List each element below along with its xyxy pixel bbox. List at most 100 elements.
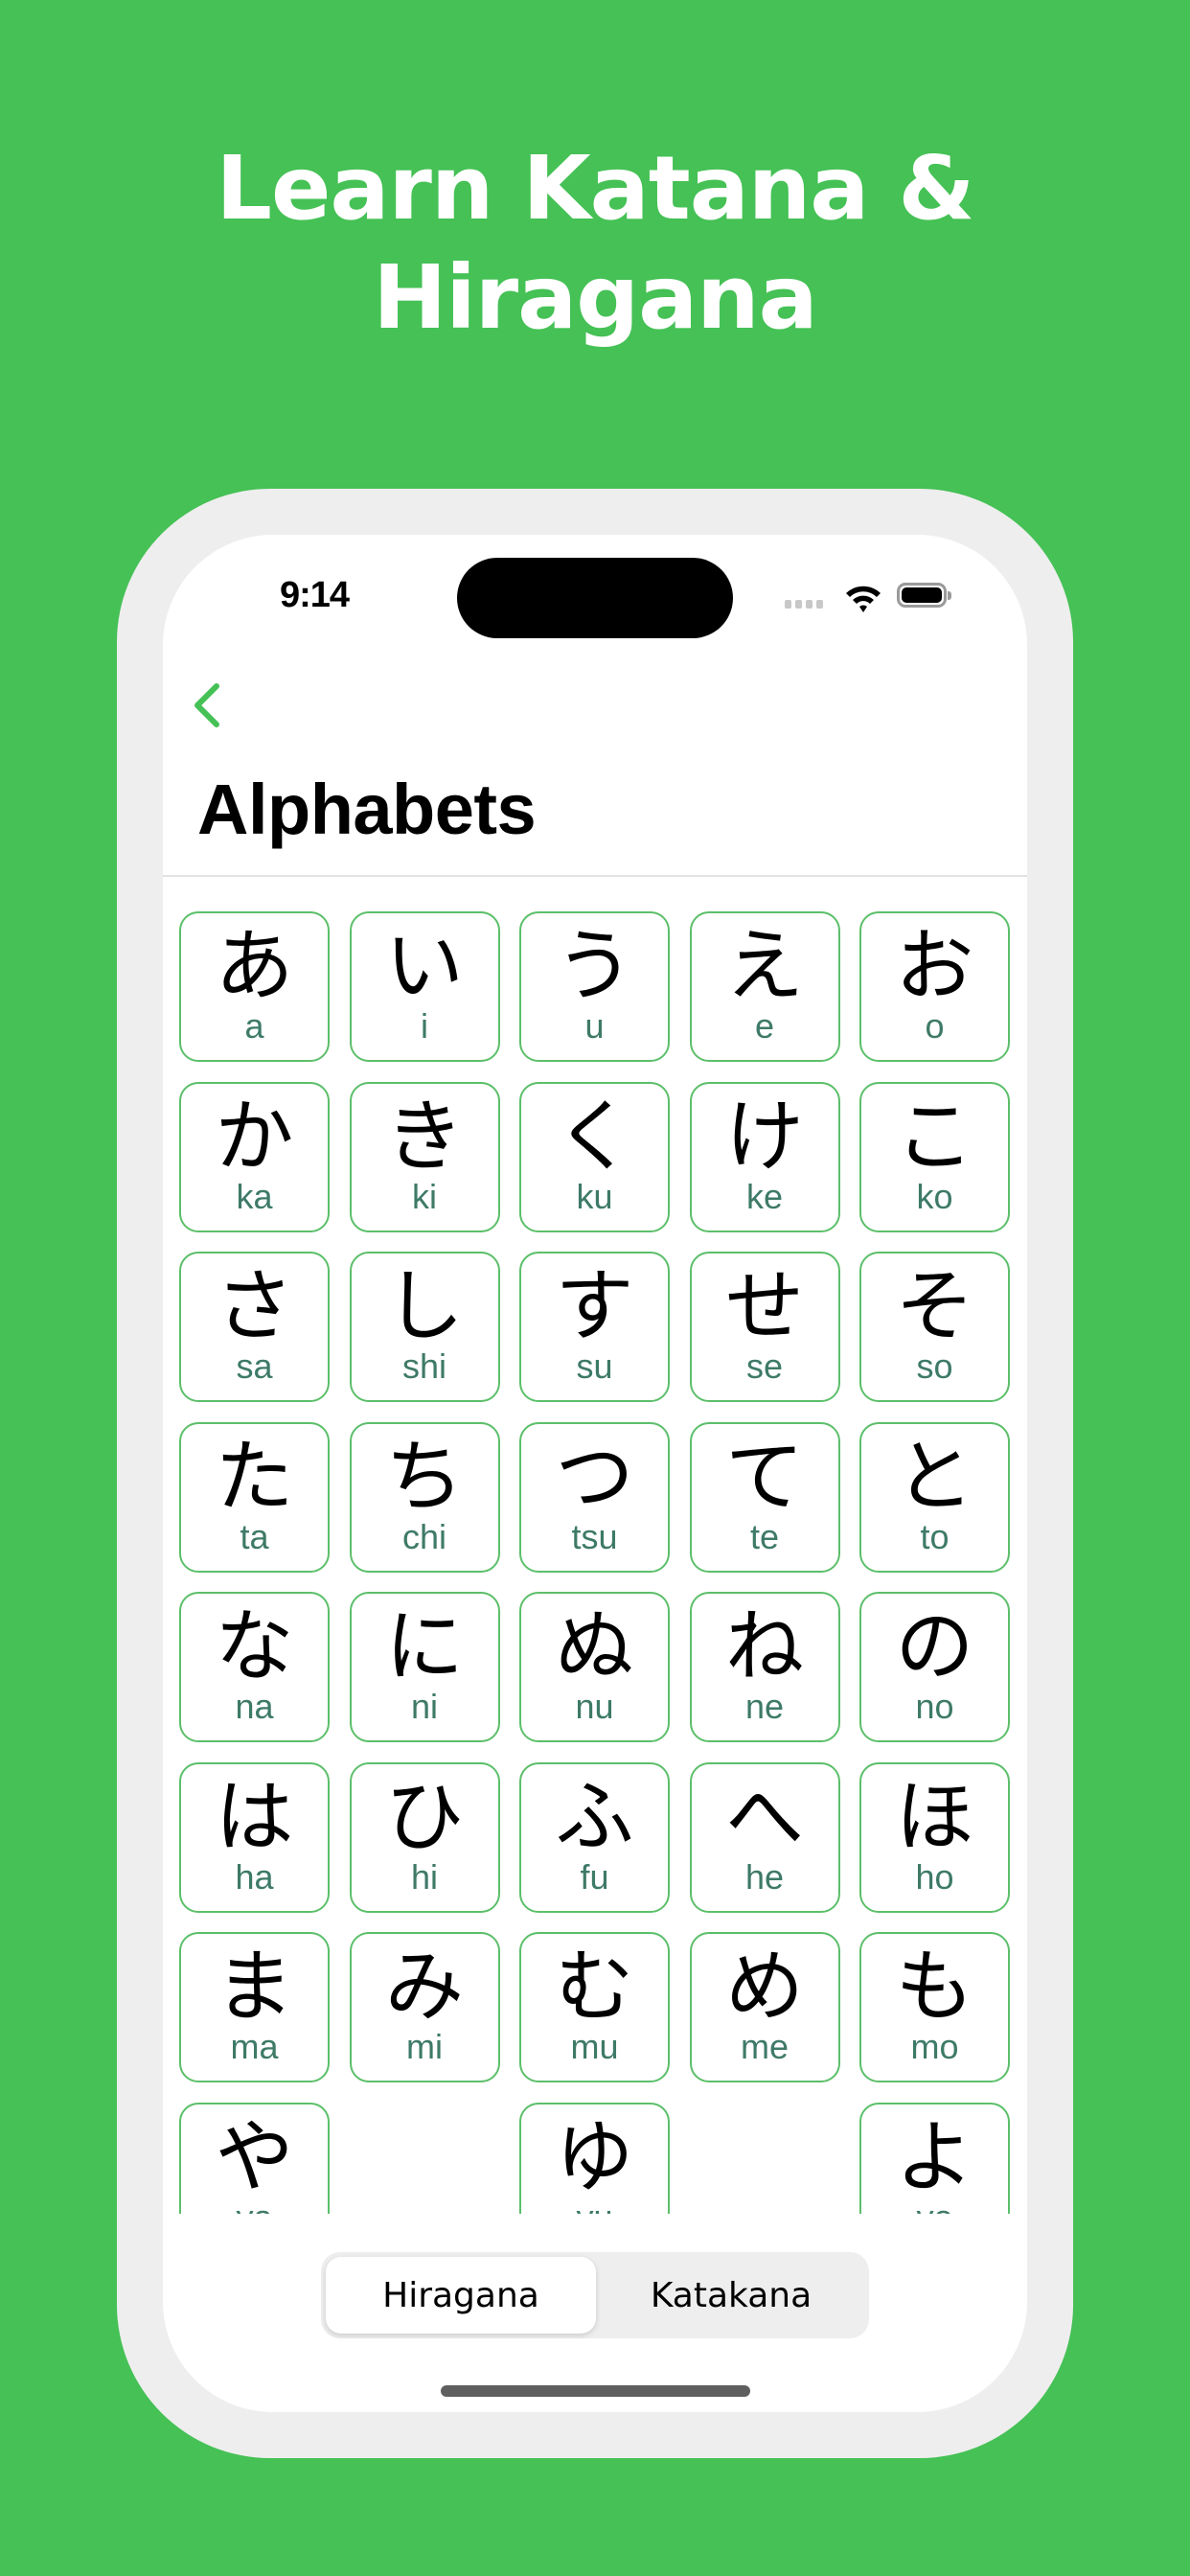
kana-character: ぬ bbox=[555, 1601, 634, 1692]
kana-card[interactable]: き ki bbox=[349, 1081, 500, 1232]
kana-romaji: nu bbox=[575, 1687, 614, 1726]
kana-character: は bbox=[215, 1771, 294, 1863]
kana-card[interactable]: し shi bbox=[349, 1252, 500, 1402]
kana-card[interactable]: ゆyu bbox=[519, 2102, 670, 2214]
kana-card[interactable]: も mo bbox=[859, 1932, 1010, 2082]
alphabet-segmented-control: Hiragana Katakana bbox=[321, 2252, 869, 2338]
kana-card[interactable]: ぬ nu bbox=[519, 1592, 670, 1742]
kana-character: ね bbox=[724, 1601, 804, 1692]
cellular-signal-icon bbox=[785, 600, 823, 609]
kana-card[interactable]: ひ hi bbox=[349, 1761, 500, 1913]
kana-character: ほ bbox=[895, 1771, 974, 1863]
kana-character: き bbox=[384, 1091, 464, 1183]
kana-card[interactable]: こ ko bbox=[859, 1081, 1010, 1232]
kana-card[interactable]: そ so bbox=[859, 1252, 1010, 1402]
kana-romaji: mi bbox=[406, 2027, 443, 2066]
kana-card[interactable]: さ sa bbox=[179, 1252, 330, 1402]
kana-card[interactable]: ま ma bbox=[179, 1932, 330, 2082]
kana-character: も bbox=[895, 1942, 974, 2033]
battery-icon bbox=[897, 583, 951, 608]
segment-katakana[interactable]: Katakana bbox=[596, 2257, 866, 2334]
kana-card[interactable]: よyo bbox=[859, 2102, 1010, 2214]
kana-card[interactable]: いi bbox=[349, 911, 500, 1062]
wifi-icon bbox=[846, 586, 881, 612]
kana-romaji: shi bbox=[401, 1346, 447, 1386]
kana-romaji: ne bbox=[744, 1687, 785, 1726]
kana-romaji: me bbox=[740, 2027, 789, 2066]
kana-romaji: ku bbox=[576, 1176, 613, 1216]
kana-card[interactable]: む mu bbox=[519, 1932, 670, 2082]
kana-card[interactable]: おo bbox=[859, 911, 1010, 1062]
kana-card[interactable]: け ke bbox=[689, 1081, 840, 1232]
kana-card[interactable]: ほ ho bbox=[859, 1761, 1010, 1913]
promo-headline-line-1: Learn Katana & bbox=[216, 137, 974, 240]
kana-card[interactable]: へ he bbox=[689, 1761, 840, 1913]
kana-card[interactable]: て te bbox=[689, 1421, 840, 1573]
kana-romaji: ma bbox=[230, 2027, 279, 2066]
kana-romaji: a bbox=[244, 1006, 264, 1046]
kana-card[interactable]: つ tsu bbox=[519, 1421, 670, 1573]
kana-romaji: hi bbox=[410, 1856, 439, 1897]
kana-character: し bbox=[384, 1261, 464, 1352]
kana-romaji: se bbox=[745, 1346, 784, 1386]
kana-character: こ bbox=[895, 1091, 974, 1183]
kana-card[interactable]: ふ fu bbox=[519, 1761, 670, 1913]
kana-character: い bbox=[384, 921, 464, 1012]
kana-character: に bbox=[384, 1601, 464, 1692]
kana-character: め bbox=[724, 1942, 804, 2033]
kana-card[interactable]: やya bbox=[179, 2102, 330, 2214]
kana-romaji: yu bbox=[521, 2197, 668, 2214]
kana-character: さ bbox=[215, 1261, 294, 1352]
kana-character: よ bbox=[895, 2111, 974, 2203]
kana-character: か bbox=[215, 1091, 294, 1183]
kana-card[interactable]: は ha bbox=[179, 1761, 330, 1913]
kana-card[interactable]: め me bbox=[689, 1932, 840, 2082]
kana-card[interactable]: す su bbox=[519, 1252, 670, 1402]
promo-headline-line-2: Hiragana bbox=[373, 246, 818, 349]
kana-card[interactable]: く ku bbox=[519, 1081, 670, 1232]
kana-romaji: e bbox=[754, 1006, 775, 1046]
kana-character: ひ bbox=[384, 1771, 464, 1863]
kana-character: あ bbox=[215, 921, 294, 1012]
kana-romaji: ke bbox=[745, 1176, 784, 1216]
kana-character: む bbox=[555, 1942, 634, 2033]
kana-character: す bbox=[555, 1261, 634, 1352]
kana-character: と bbox=[895, 1431, 974, 1523]
empty-grid-cell bbox=[350, 2103, 500, 2215]
kana-card[interactable]: な na bbox=[179, 1592, 330, 1742]
kana-grid-scroll-area[interactable]: あ a い i う u え e お o か ka き ki く ku け ke こ ko さ sa し shi す su せ se そ s… bbox=[163, 877, 1027, 2214]
kana-card[interactable]: か ka bbox=[179, 1081, 330, 1232]
kana-card[interactable]: うu bbox=[519, 911, 670, 1062]
phone-screen: 9:14 Alphabets あ a い i う u え e お o か ka き ki く ku け ke こ ko… bbox=[163, 535, 1027, 2412]
back-button[interactable] bbox=[188, 678, 230, 732]
kana-card[interactable]: に ni bbox=[349, 1592, 500, 1742]
kana-character: つ bbox=[555, 1431, 634, 1523]
segment-hiragana[interactable]: Hiragana bbox=[326, 2257, 596, 2334]
kana-romaji: ki bbox=[412, 1176, 437, 1216]
kana-character: ま bbox=[215, 1942, 294, 2033]
kana-card[interactable]: ね ne bbox=[689, 1592, 840, 1742]
kana-romaji: ha bbox=[235, 1856, 274, 1897]
kana-romaji: sa bbox=[236, 1346, 273, 1386]
kana-grid: あ a い i う u え e お o か ka き ki く ku け ke こ ko さ sa し shi す su せ se そ s… bbox=[179, 911, 1010, 2214]
kana-card[interactable]: と to bbox=[859, 1421, 1010, 1573]
dynamic-island bbox=[457, 558, 733, 638]
kana-card[interactable]: ち chi bbox=[349, 1421, 500, 1573]
kana-character: て bbox=[724, 1431, 804, 1523]
kana-card[interactable]: せ se bbox=[689, 1252, 840, 1402]
kana-romaji: to bbox=[920, 1516, 950, 1556]
kana-character: や bbox=[215, 2111, 294, 2203]
kana-character: ち bbox=[384, 1431, 464, 1523]
kana-character: く bbox=[555, 1091, 634, 1183]
kana-card[interactable]: た ta bbox=[179, 1421, 330, 1573]
kana-card[interactable]: み mi bbox=[349, 1932, 500, 2082]
kana-character: な bbox=[215, 1601, 294, 1692]
kana-romaji: su bbox=[576, 1346, 613, 1386]
kana-romaji: fu bbox=[580, 1856, 609, 1897]
kana-romaji: i bbox=[421, 1006, 428, 1046]
kana-character: へ bbox=[724, 1771, 804, 1863]
kana-card[interactable]: の no bbox=[859, 1592, 1010, 1742]
kana-card[interactable]: あa bbox=[179, 911, 330, 1062]
kana-character: う bbox=[555, 921, 634, 1012]
kana-card[interactable]: えe bbox=[689, 911, 840, 1062]
